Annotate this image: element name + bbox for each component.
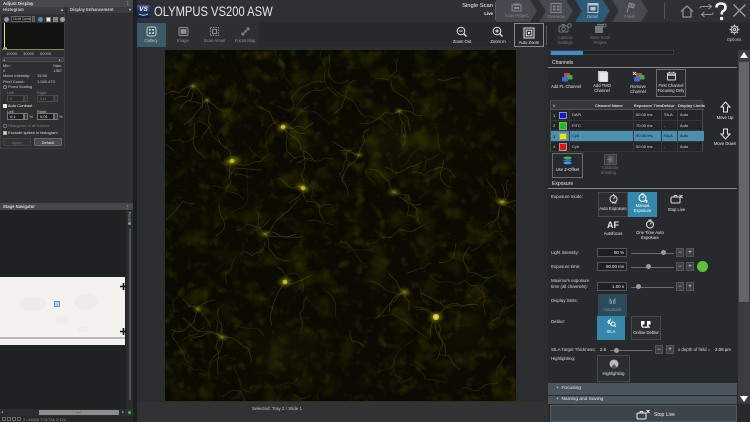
svg-text:AE: AE: [612, 200, 618, 205]
